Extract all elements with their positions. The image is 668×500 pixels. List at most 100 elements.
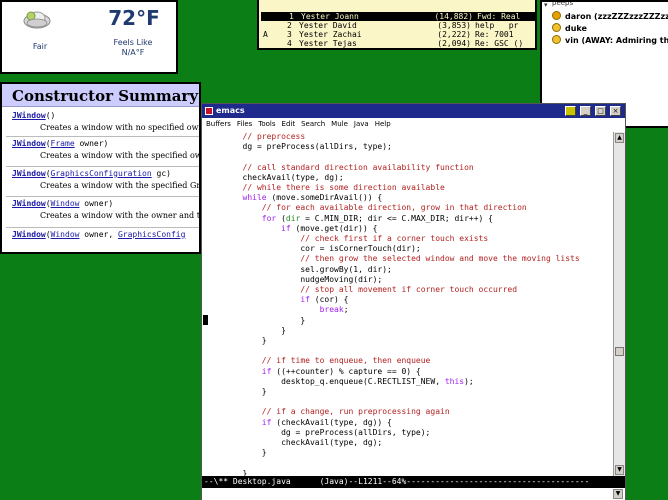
constructor-link[interactable]: JWindow <box>12 111 46 120</box>
mode-line: --\** Desktop.java (Java)--L1211--64%---… <box>202 476 625 488</box>
menu-java[interactable]: Java <box>354 120 369 128</box>
code-line: if (checkAvail(type, dg)) { <box>204 418 392 427</box>
constructor-link[interactable]: JWindow <box>12 199 46 208</box>
mail-number: 1 <box>289 12 294 21</box>
code-token: // check first if a corner touch exists <box>204 234 489 243</box>
menu-tools[interactable]: Tools <box>258 120 275 128</box>
emacs-titlebar[interactable]: emacs _ □ × <box>202 104 625 118</box>
menu-search[interactable]: Search <box>301 120 325 128</box>
menu-files[interactable]: Files <box>237 120 252 128</box>
param-type-link[interactable]: Window <box>51 230 80 239</box>
group-expand-icon[interactable]: ▾ <box>544 2 548 9</box>
mail-row[interactable]: A 3 Yester Zachai (2,222) Re: 7001 <box>259 30 535 39</box>
javadoc-panel: Constructor Summary JWindow() Creates a w… <box>0 82 201 254</box>
mail-row[interactable]: 1 Yester Joann (14,882) Fwd: Real <box>261 12 535 21</box>
minibuffer-scroll-icon[interactable]: ▼ <box>613 489 623 499</box>
param-type-link[interactable]: Window <box>51 199 80 208</box>
code-token: } <box>204 387 267 396</box>
code-token: (cor) { <box>309 295 349 304</box>
mail-sender: Yester Joann <box>301 12 359 21</box>
buddy-entry[interactable]: daron (zzzZZZzzzZZZzzz <box>552 11 668 23</box>
mail-list: 1 Yester Joann (14,882) Fwd: Real 2 Yester Da… <box>257 0 537 50</box>
code-token: // for each available direction, grow in… <box>204 203 527 212</box>
code-token: // if time to enqueue, then enqueue <box>204 356 431 365</box>
code-editor[interactable]: // preprocess dg = preProcess(allDirs, t… <box>204 132 613 476</box>
buddy-entry[interactable]: vin (AWAY: Admiring the <box>552 35 668 47</box>
code-line: // then grow the selected window and mov… <box>204 254 579 263</box>
minibuffer[interactable]: ▼ <box>202 488 625 500</box>
feels-like: Feels Like N/A°F <box>98 38 168 58</box>
code-line: // if a change, run preprocessing again <box>204 407 450 416</box>
code-token: // call standard direction availability … <box>204 163 474 172</box>
param-type-link[interactable]: GraphicsConfiguration <box>51 169 152 178</box>
code-token: if <box>204 295 310 304</box>
emacs-app-icon <box>205 107 213 115</box>
mail-size: (2,094) <box>437 39 471 48</box>
scrollbar-thumb[interactable] <box>615 347 624 356</box>
param-type-link[interactable]: GraphicsConfig <box>118 230 185 239</box>
text-cursor <box>203 315 208 325</box>
constructor-link[interactable]: JWindow <box>12 230 46 239</box>
code-line: } <box>204 336 267 345</box>
code-token: } <box>204 316 306 325</box>
constructor-description: Creates a window with no specified own <box>40 123 201 132</box>
code-line: while (move.someDirAvail()) { <box>204 193 383 202</box>
code-line: // preprocess <box>204 132 306 141</box>
mail-row[interactable]: 4 Yester Tejas (2,094) Re: GSC () <box>259 39 535 48</box>
code-token: nudgeMoving(dir); <box>204 275 383 284</box>
menu-mule[interactable]: Mule <box>331 120 348 128</box>
scroll-up-icon[interactable]: ▲ <box>615 133 624 143</box>
code-token: } <box>204 336 267 345</box>
code-token: for <box>204 214 277 223</box>
menu-help[interactable]: Help <box>375 120 391 128</box>
temperature: 72°F <box>108 6 160 30</box>
code-token: } <box>204 469 248 476</box>
buddy-name: vin (AWAY: Admiring the <box>565 36 668 45</box>
partly-cloudy-icon <box>23 11 51 29</box>
buddy-name: duke <box>565 24 587 33</box>
code-line: if ((++counter) % capture == 0) { <box>204 367 421 376</box>
buddy-group-label[interactable]: peeps <box>552 2 573 7</box>
mail-sender: Yester Zachai <box>299 30 362 39</box>
minimize-icon[interactable]: _ <box>580 106 591 116</box>
code-line: if (cor) { <box>204 295 349 304</box>
menu-edit[interactable]: Edit <box>282 120 296 128</box>
scroll-down-icon[interactable]: ▼ <box>615 465 624 475</box>
code-line: dg = preProcess(allDirs, type); <box>204 142 392 151</box>
mail-number: 2 <box>287 21 292 30</box>
row-divider <box>6 196 199 197</box>
constructor-link[interactable]: JWindow <box>12 139 46 148</box>
weather-condition: Fair <box>32 42 48 51</box>
code-line: dg = preProcess(allDirs, type); <box>204 428 430 437</box>
code-token: ( <box>276 214 286 223</box>
mail-flag: A <box>263 30 268 39</box>
window-menu-icon[interactable] <box>565 106 576 116</box>
code-line: cor = isCornerTouch(dir); <box>204 244 420 253</box>
code-line: checkAvail(type, dg); <box>204 173 344 182</box>
constructor-signature: JWindow(Window owner, GraphicsConfig <box>12 230 185 239</box>
code-token: ); <box>464 377 474 386</box>
code-line: } <box>204 448 267 457</box>
code-line: for (dir = C.MIN_DIR; dir <= C.MAX_DIR; … <box>204 214 493 223</box>
buddy-status-icon <box>552 11 561 20</box>
mail-sender: Yester David <box>299 21 357 30</box>
buddy-entry[interactable]: duke <box>552 23 587 35</box>
feels-like-label: Feels Like <box>113 38 153 47</box>
maximize-icon[interactable]: □ <box>595 106 606 116</box>
vertical-scrollbar[interactable]: ▲ ▼ <box>613 132 625 476</box>
code-token: // stop all movement if corner touch occ… <box>204 285 518 294</box>
mail-row[interactable]: 2 Yester David (3,853) help pr <box>259 21 535 30</box>
code-token: sel.growBy(1, dir); <box>204 265 392 274</box>
code-token: dir <box>285 214 301 223</box>
code-token: if <box>204 367 272 376</box>
close-icon[interactable]: × <box>610 106 621 116</box>
code-token: // if a change, run preprocessing again <box>204 407 450 416</box>
code-token: if <box>204 418 272 427</box>
code-line: if (move.get(dir)) { <box>204 224 377 233</box>
param-type-link[interactable]: Frame <box>51 139 75 148</box>
buddy-name: daron (zzzZZZzzzZZZzzz <box>565 12 668 21</box>
constructor-signature: JWindow(Window owner) <box>12 199 113 208</box>
menu-buffers[interactable]: Buffers <box>206 120 231 128</box>
constructor-link[interactable]: JWindow <box>12 169 46 178</box>
mail-size: (2,222) <box>437 30 471 39</box>
